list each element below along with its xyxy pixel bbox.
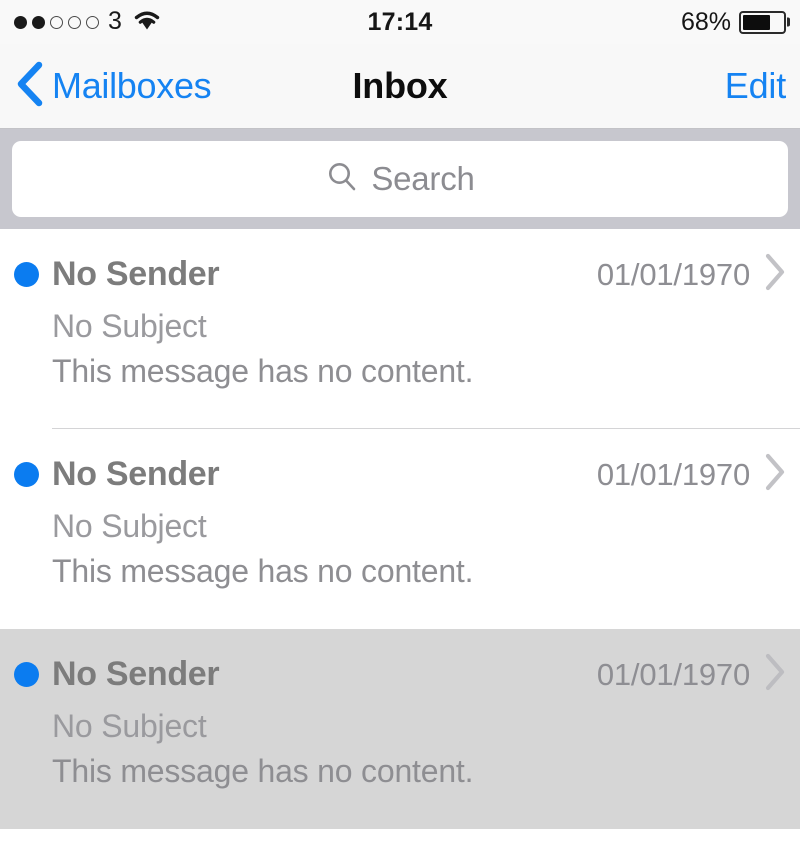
table-row-selected[interactable]: No Sender 01/01/1970 No Subject This mes… [0, 629, 800, 829]
message-preview: This message has no content. [52, 553, 474, 589]
message-preview: This message has no content. [52, 753, 474, 789]
unread-indicator-dot [14, 662, 39, 687]
search-bar-container: Search [0, 129, 800, 229]
table-row[interactable]: No Sender 01/01/1970 No Subject This mes… [0, 429, 800, 629]
message-header-row: No Sender 01/01/1970 [0, 451, 800, 498]
mail-message-list: No Sender 01/01/1970 No Subject This mes… [0, 229, 800, 829]
chevron-right-icon[interactable] [762, 451, 788, 498]
mail-app-screen: 3 17:14 68% Mailboxes Inbox Edit Search … [0, 0, 800, 854]
status-bar-right: 68% [681, 8, 786, 37]
battery-icon [739, 10, 786, 34]
search-input[interactable]: Search [12, 141, 788, 217]
message-sender: No Sender [52, 655, 220, 693]
message-meta: 01/01/1970 [597, 451, 788, 498]
message-sender: No Sender [52, 255, 220, 293]
navigation-bar: Mailboxes Inbox Edit [0, 44, 800, 129]
back-button-mailboxes[interactable]: Mailboxes [14, 60, 212, 113]
unread-indicator-dot [14, 262, 39, 287]
message-date: 01/01/1970 [596, 656, 750, 692]
message-sender: No Sender [52, 455, 220, 493]
message-meta: 01/01/1970 [597, 651, 788, 698]
message-header-row: No Sender 01/01/1970 [0, 651, 800, 698]
message-date: 01/01/1970 [596, 256, 750, 292]
message-header-row: No Sender 01/01/1970 [0, 251, 800, 298]
chevron-right-icon[interactable] [762, 651, 788, 698]
message-subject: No Subject [52, 308, 207, 344]
table-row[interactable]: No Sender 01/01/1970 No Subject This mes… [0, 229, 800, 429]
chevron-right-icon[interactable] [762, 251, 788, 298]
status-bar: 3 17:14 68% [0, 0, 800, 44]
search-placeholder: Search [371, 160, 475, 197]
search-icon [325, 160, 359, 199]
back-button-label: Mailboxes [52, 65, 212, 106]
edit-button[interactable]: Edit [725, 65, 786, 107]
message-meta: 01/01/1970 [597, 251, 788, 298]
chevron-left-icon [14, 60, 44, 113]
message-preview: This message has no content. [52, 353, 474, 389]
message-date: 01/01/1970 [596, 456, 750, 492]
unread-indicator-dot [14, 462, 39, 487]
message-subject: No Subject [52, 508, 207, 544]
message-subject: No Subject [52, 708, 207, 744]
battery-percent-label: 68% [680, 7, 731, 36]
